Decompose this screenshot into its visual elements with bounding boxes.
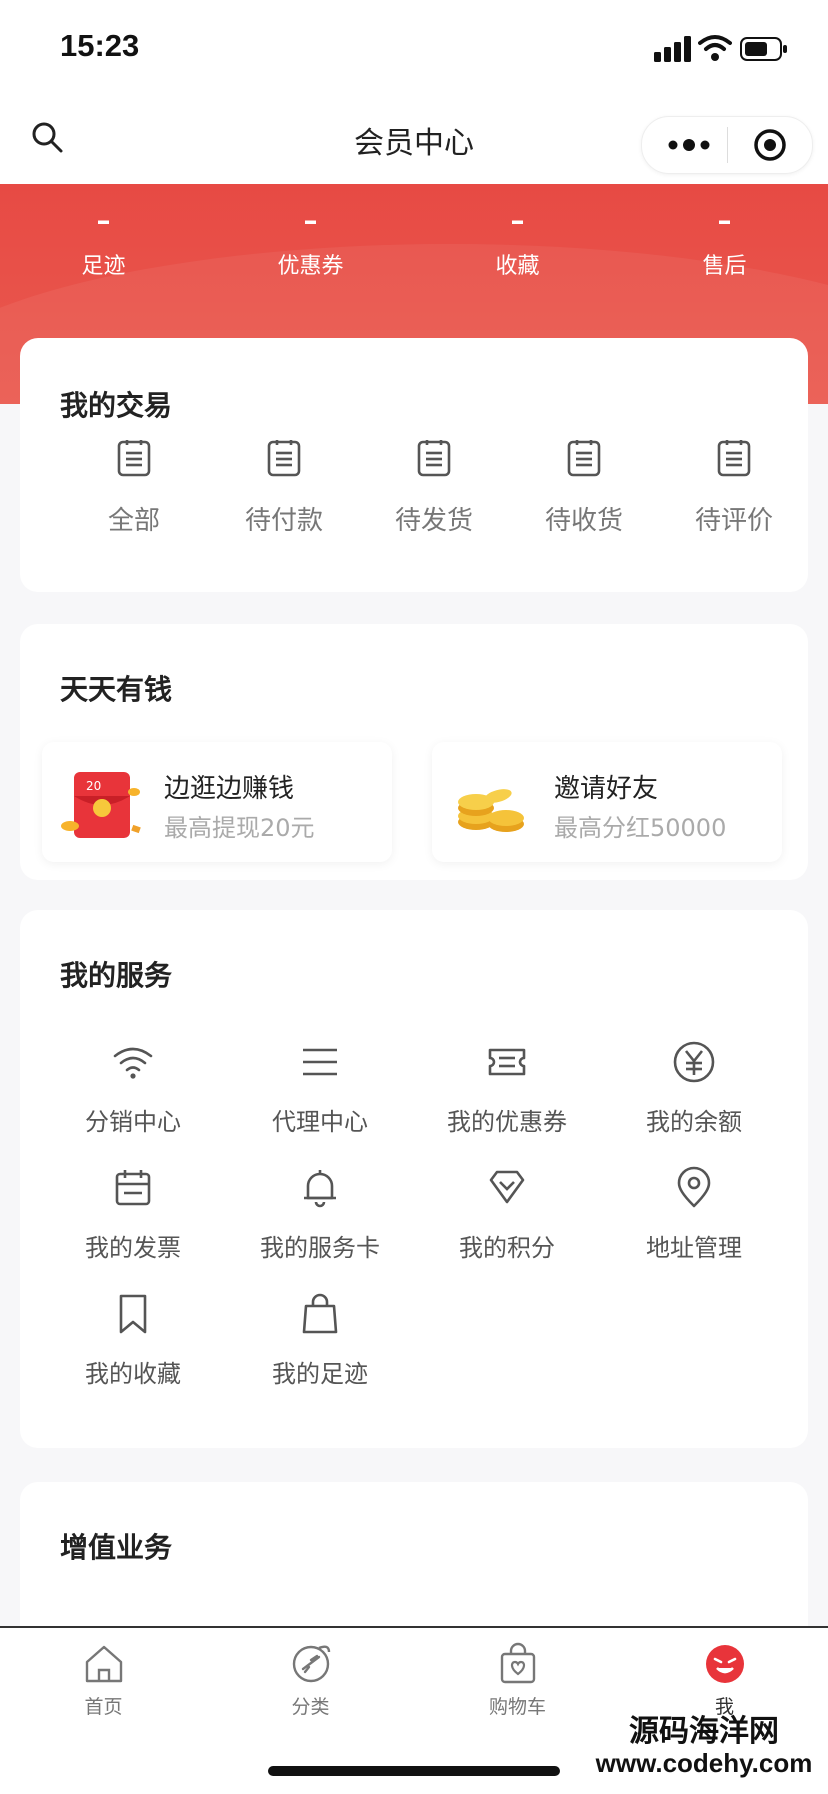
- gold-coins-icon: [458, 789, 524, 832]
- mini-program-capsule: [641, 116, 813, 174]
- bell-icon: [304, 1170, 336, 1208]
- order-label: 待付款: [244, 506, 323, 536]
- order-pending-receipt[interactable]: 待收货: [509, 438, 659, 537]
- me-avatar-icon: [705, 1645, 744, 1683]
- stat-value: –: [96, 204, 111, 237]
- service-agent[interactable]: 代理中心: [225, 1040, 415, 1137]
- section-title: 我的服务: [60, 959, 173, 992]
- service-label: 我的收藏: [85, 1360, 181, 1388]
- daily-money-card: 天天有钱 20 边逛边赚钱 最高提现20元 邀请好友 最高分红50000: [20, 624, 808, 880]
- bookmark-icon: [119, 1294, 147, 1334]
- service-invoice[interactable]: 我的发票: [38, 1166, 228, 1263]
- stat-label: 收藏: [495, 254, 540, 279]
- stat-value: –: [510, 204, 525, 237]
- tab-home[interactable]: 首页: [0, 1642, 207, 1719]
- order-all[interactable]: 全部: [59, 438, 209, 537]
- tab-category[interactable]: 分类: [207, 1642, 414, 1719]
- signal-icon: [654, 36, 691, 62]
- tab-label: 分类: [291, 1696, 330, 1718]
- order-list-icon: [567, 440, 601, 477]
- section-title: 增值业务: [60, 1531, 173, 1564]
- tab-cart[interactable]: 购物车: [414, 1642, 621, 1719]
- stat-label: 售后: [702, 254, 747, 279]
- service-label: 我的足迹: [272, 1360, 368, 1388]
- order-list-icon: [717, 440, 751, 477]
- invite-friends-card[interactable]: 邀请好友 最高分红50000: [432, 742, 782, 862]
- order-list-icon: [117, 440, 151, 477]
- watermark-title: 源码海洋网: [629, 1715, 779, 1748]
- tab-label: 购物车: [488, 1696, 546, 1718]
- more-icon[interactable]: [664, 129, 714, 161]
- location-pin-icon: [677, 1166, 711, 1208]
- service-label: 我的余额: [646, 1108, 742, 1136]
- nav-bar: 会员中心: [0, 96, 828, 184]
- card-title: 边逛边赚钱: [164, 774, 295, 804]
- service-label: 我的服务卡: [260, 1234, 380, 1262]
- order-pending-review[interactable]: 待评价: [659, 438, 809, 537]
- stat-value: –: [303, 204, 318, 237]
- stat-label: 足迹: [81, 254, 126, 279]
- service-points[interactable]: 我的积分: [412, 1166, 602, 1263]
- service-label: 我的优惠券: [447, 1108, 567, 1136]
- envelope-amount: 20: [86, 779, 101, 793]
- status-time: 15:23: [60, 28, 140, 63]
- service-label: 我的发票: [85, 1234, 181, 1262]
- diamond-icon: [489, 1170, 525, 1204]
- order-pending-payment[interactable]: 待付款: [209, 438, 359, 537]
- calendar-icon: [115, 1170, 151, 1206]
- status-bar: 15:23: [0, 0, 828, 96]
- service-label: 地址管理: [646, 1234, 742, 1262]
- order-label: 待评价: [694, 506, 773, 536]
- service-label: 代理中心: [272, 1108, 368, 1136]
- bag-icon: [302, 1293, 338, 1334]
- stat-label: 优惠券: [277, 254, 344, 279]
- menu-lines-icon: [303, 1048, 337, 1076]
- tab-label: 首页: [84, 1696, 123, 1718]
- watermark-url: www.codehy.com: [595, 1748, 813, 1778]
- transactions-card: 我的交易 全部 待付款 待发货 待收货 待评价: [20, 338, 808, 592]
- section-title: 我的交易: [60, 389, 173, 422]
- stat-footprint[interactable]: – 足迹: [0, 184, 207, 280]
- service-favorites[interactable]: 我的收藏: [38, 1292, 228, 1389]
- home-icon: [85, 1645, 122, 1683]
- stat-favorites[interactable]: – 收藏: [414, 184, 621, 280]
- wifi-status-icon: [698, 35, 732, 61]
- close-program-icon[interactable]: [752, 127, 788, 163]
- cart-bag-icon: [500, 1642, 535, 1684]
- order-list-icon: [417, 440, 451, 477]
- service-balance[interactable]: 我的余额: [599, 1040, 789, 1137]
- section-title: 天天有钱: [60, 673, 173, 706]
- capsule-divider: [727, 127, 728, 163]
- service-coupons[interactable]: 我的优惠券: [412, 1040, 602, 1137]
- services-card: 我的服务 分销中心 代理中心 我的优惠券 我的余额 我的发票 我的服务卡 我的积…: [20, 910, 808, 1448]
- stat-coupon[interactable]: – 优惠券: [207, 184, 414, 280]
- service-address[interactable]: 地址管理: [599, 1166, 789, 1263]
- order-label: 待发货: [394, 506, 473, 536]
- service-label: 我的积分: [459, 1234, 555, 1262]
- stat-value: –: [717, 204, 732, 237]
- category-icon: [292, 1645, 330, 1683]
- red-envelope-icon: 20: [61, 772, 141, 838]
- home-indicator: [268, 1766, 560, 1776]
- order-label: 全部: [107, 506, 160, 536]
- service-card[interactable]: 我的服务卡: [225, 1166, 415, 1263]
- ticket-icon: [488, 1048, 526, 1076]
- browse-earn-card[interactable]: 20 边逛边赚钱 最高提现20元: [42, 742, 392, 862]
- card-subtitle: 最高提现20元: [164, 814, 315, 842]
- service-label: 分销中心: [85, 1108, 181, 1136]
- battery-icon: [740, 37, 787, 61]
- yen-icon: [673, 1041, 715, 1083]
- card-title: 邀请好友: [554, 774, 659, 804]
- order-label: 待收货: [544, 506, 623, 536]
- service-footprint[interactable]: 我的足迹: [225, 1292, 415, 1389]
- card-subtitle: 最高分红50000: [554, 814, 727, 842]
- wifi-icon: [113, 1047, 153, 1079]
- service-distribution[interactable]: 分销中心: [38, 1040, 228, 1137]
- order-list-icon: [267, 440, 301, 477]
- stat-after-sale[interactable]: – 售后: [621, 184, 828, 280]
- order-pending-shipment[interactable]: 待发货: [359, 438, 509, 537]
